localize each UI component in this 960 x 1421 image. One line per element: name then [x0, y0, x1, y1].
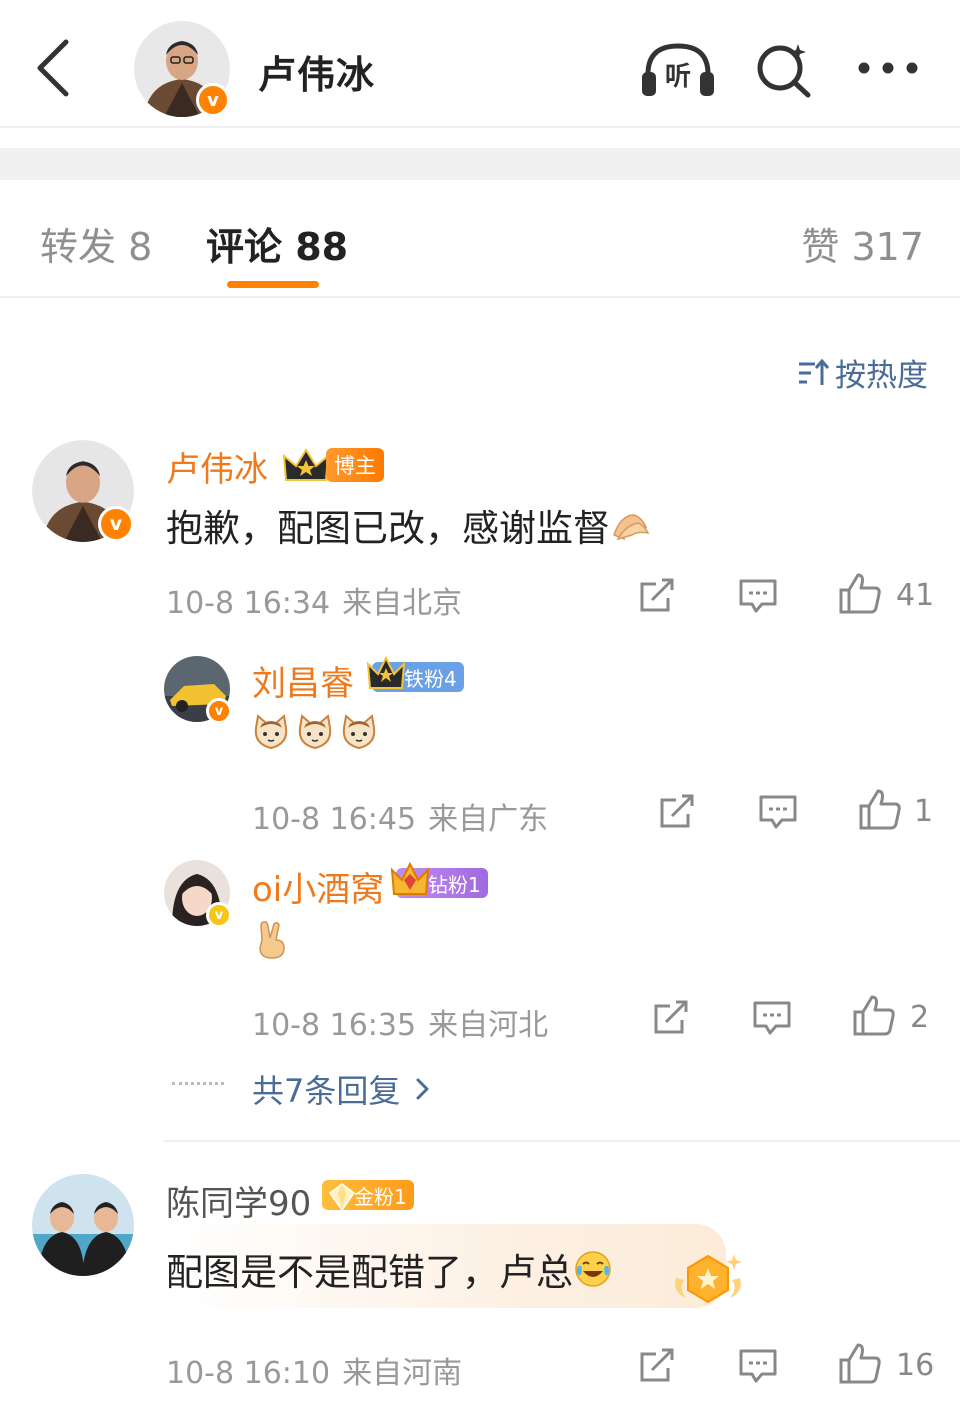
more-options-icon[interactable] — [856, 56, 920, 80]
comment-location: 来自河南 — [342, 1356, 463, 1391]
reply-location: 来自广东 — [428, 802, 549, 837]
verified-badge-icon: v — [206, 698, 232, 724]
crown-icon — [282, 448, 330, 481]
interaction-tabs: 转发 8 评论 88 赞 317 — [0, 180, 960, 298]
fan-badge-label: 金粉1 — [354, 1184, 407, 1209]
iron-fan-badge: 铁粉4 — [366, 655, 464, 692]
top-nav-bar: v 卢伟冰 听 — [0, 0, 960, 128]
verified-badge-icon: v — [206, 902, 232, 928]
view-more-replies-link[interactable]: 共7条回复 — [252, 1066, 436, 1112]
more-replies-label: 共7条回复 — [252, 1072, 401, 1110]
like-count: 1 — [914, 794, 934, 829]
comment-text: 配图是不是配错了，卢总 — [166, 1242, 613, 1296]
cat-emoji-row — [252, 714, 378, 754]
cat-emoji-icon — [342, 714, 376, 750]
repost-icon[interactable] — [658, 794, 696, 830]
profile-name[interactable]: 卢伟冰 — [258, 44, 375, 99]
tab-like[interactable]: 赞 317 — [801, 216, 924, 271]
victory-hand-emoji-icon — [259, 921, 285, 959]
sort-icon — [799, 358, 829, 385]
like-thumb-icon[interactable] — [858, 788, 902, 830]
fan-badge-label: 钻粉1 — [428, 872, 481, 897]
listen-label: 听 — [665, 62, 691, 92]
profile-avatar[interactable]: v — [134, 21, 230, 117]
listen-headphones-icon[interactable]: 听 — [640, 40, 716, 98]
reply-thread-dots — [172, 1082, 224, 1085]
verified-badge-icon: v — [196, 83, 230, 117]
gold-fan-badge: 金粉1 — [322, 1180, 414, 1212]
repost-icon[interactable] — [638, 1348, 676, 1384]
like-thumb-icon[interactable] — [838, 572, 882, 614]
comment-text-body: 抱歉，配图已改，感谢监督 — [166, 507, 610, 550]
comment-location: 来自北京 — [342, 586, 463, 621]
reply-time: 10-8 16:35 — [252, 1008, 417, 1043]
fan-badge-label: 铁粉4 — [404, 666, 457, 691]
like-thumb-icon[interactable] — [852, 994, 896, 1036]
tab-repost[interactable]: 转发 8 — [40, 216, 152, 271]
cat-emoji-icon — [298, 714, 332, 750]
chevron-right-icon — [416, 1078, 429, 1100]
verified-badge-icon: v — [98, 506, 134, 542]
repost-icon[interactable] — [638, 578, 676, 614]
section-separator — [0, 148, 960, 180]
comment-meta: 10-8 16:10 来自河南 — [166, 1348, 462, 1392]
sort-label: 按热度 — [835, 358, 928, 394]
diamond-fan-badge: 钻粉1 — [390, 861, 488, 898]
award-medal-icon — [675, 1254, 742, 1304]
reply-location: 来自河北 — [428, 1008, 549, 1043]
crown-icon — [390, 861, 430, 895]
reply-meta: 10-8 16:45 来自广东 — [252, 794, 548, 838]
commenter-name[interactable]: 卢伟冰 — [166, 442, 268, 491]
comment-time: 10-8 16:10 — [166, 1356, 331, 1391]
reply-user-name[interactable]: 刘昌睿 — [252, 656, 354, 705]
like-count: 2 — [910, 1000, 930, 1035]
back-arrow-icon[interactable] — [30, 36, 80, 100]
gold-gem-icon — [328, 1183, 356, 1212]
like-count: 16 — [896, 1348, 935, 1383]
reply-meta: 10-8 16:35 来自河北 — [252, 1000, 548, 1044]
reply-time: 10-8 16:45 — [252, 802, 417, 837]
reply-comment-icon[interactable] — [738, 578, 778, 614]
comment-meta: 10-8 16:34 来自北京 — [166, 578, 462, 622]
repost-icon[interactable] — [652, 1000, 690, 1036]
comment-text-body: 配图是不是配错了，卢总 — [166, 1251, 573, 1294]
comment-divider — [164, 1140, 960, 1142]
crown-icon — [366, 655, 406, 689]
tab-comment[interactable]: 评论 88 — [206, 216, 348, 271]
search-icon[interactable] — [754, 40, 814, 98]
reply-comment-icon[interactable] — [758, 794, 798, 830]
comment-time: 10-8 16:34 — [166, 586, 331, 621]
blogger-badge: 博主 — [326, 448, 384, 482]
reply-user-name[interactable]: oi小酒窝 — [252, 862, 384, 911]
commenter-avatar[interactable] — [32, 1174, 134, 1276]
pray-hands-emoji-icon — [613, 514, 650, 541]
like-thumb-icon[interactable] — [838, 1342, 882, 1384]
sort-toggle[interactable]: 按热度 — [797, 350, 928, 395]
reply-comment-icon[interactable] — [752, 1000, 792, 1036]
laugh-cry-emoji-icon — [575, 1251, 611, 1287]
like-count: 41 — [896, 578, 935, 613]
cat-emoji-icon — [254, 714, 288, 750]
comment-text: 抱歉，配图已改，感谢监督 — [166, 498, 650, 552]
reply-comment-icon[interactable] — [738, 1348, 778, 1384]
active-tab-indicator — [227, 281, 319, 288]
commenter-name[interactable]: 陈同学90 — [166, 1176, 311, 1225]
